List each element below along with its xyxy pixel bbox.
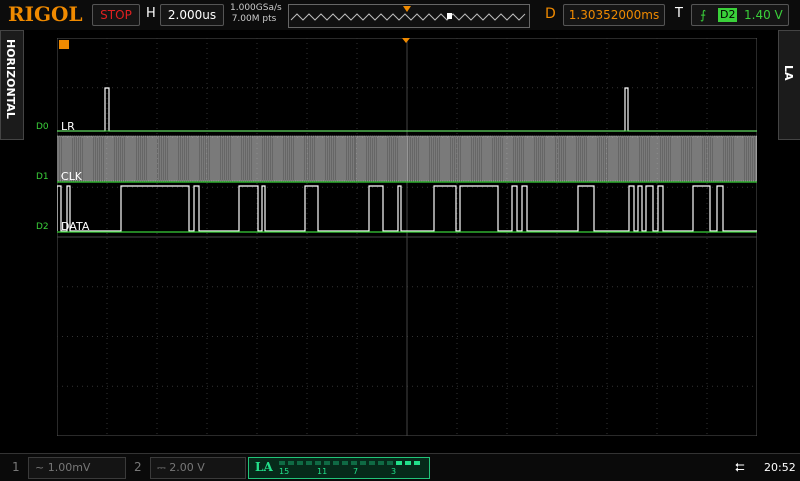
- ch1-scale[interactable]: ~ 1.00mV: [28, 457, 126, 479]
- waveform-display[interactable]: [57, 38, 757, 436]
- delay-label: D: [545, 6, 556, 22]
- ch1-scale-value: 1.00mV: [47, 461, 91, 474]
- delay-value[interactable]: 1.30352000ms: [563, 4, 665, 26]
- trigger-source: D2: [718, 8, 738, 22]
- ch2-scale-value: 2.00 V: [169, 461, 205, 474]
- horizontal-tab-label: HORIZONTAL: [4, 39, 17, 119]
- usb-icon: ⮄: [735, 460, 745, 474]
- memory-depth: 7.00M pts: [231, 14, 277, 24]
- d1-tag[interactable]: D1: [36, 172, 49, 182]
- ac-coupling-icon: ~: [35, 461, 48, 474]
- ch2-number: 2: [134, 460, 142, 474]
- d1-label: CLK: [61, 170, 83, 183]
- la-tab-label: LA: [782, 65, 795, 81]
- ch2-scale[interactable]: ⎓ 2.00 V: [150, 457, 246, 479]
- d0-label: LR: [61, 120, 75, 133]
- memory-overview-wave: [290, 6, 526, 21]
- dc-coupling-icon: ⎓: [157, 461, 170, 474]
- acquisition-info: 1.000GSa/s 7.00M pts: [230, 3, 282, 25]
- la-channel-indicators: [279, 461, 420, 465]
- trigger-position-marker: [403, 6, 411, 12]
- trigger-label: T: [675, 6, 683, 21]
- ch1-number: 1: [12, 460, 20, 474]
- trigger-level: 1.40 V: [744, 8, 783, 22]
- trigger-info[interactable]: ⨍ D2 1.40 V: [691, 4, 789, 26]
- sample-rate: 1.000GSa/s: [230, 3, 282, 13]
- la-menu-tab[interactable]: LA: [778, 30, 800, 140]
- clock: 20:52: [764, 461, 796, 474]
- d2-label: DATA: [61, 220, 90, 233]
- trigger-origin-icon: [59, 40, 69, 49]
- rising-edge-icon: ⨍: [700, 8, 707, 22]
- bottom-status-bar: 1 ~ 1.00mV 2 ⎓ 2.00 V LA 15 11 7 3 ⮄ 20:…: [0, 453, 800, 481]
- run-stop-indicator[interactable]: STOP: [92, 4, 140, 26]
- d0-tag[interactable]: D0: [36, 122, 49, 132]
- timebase-value[interactable]: 2.000us: [160, 4, 224, 26]
- d2-tag[interactable]: D2: [36, 222, 49, 232]
- memory-overview[interactable]: [288, 4, 530, 28]
- horizontal-label: H: [146, 6, 156, 21]
- la-status-panel[interactable]: LA 15 11 7 3: [248, 457, 430, 479]
- horizontal-menu-tab[interactable]: HORIZONTAL: [0, 30, 24, 140]
- top-status-bar: RIGOL STOP H 2.000us 1.000GSa/s 7.00M pt…: [0, 0, 800, 30]
- rigol-logo: RIGOL: [8, 2, 83, 26]
